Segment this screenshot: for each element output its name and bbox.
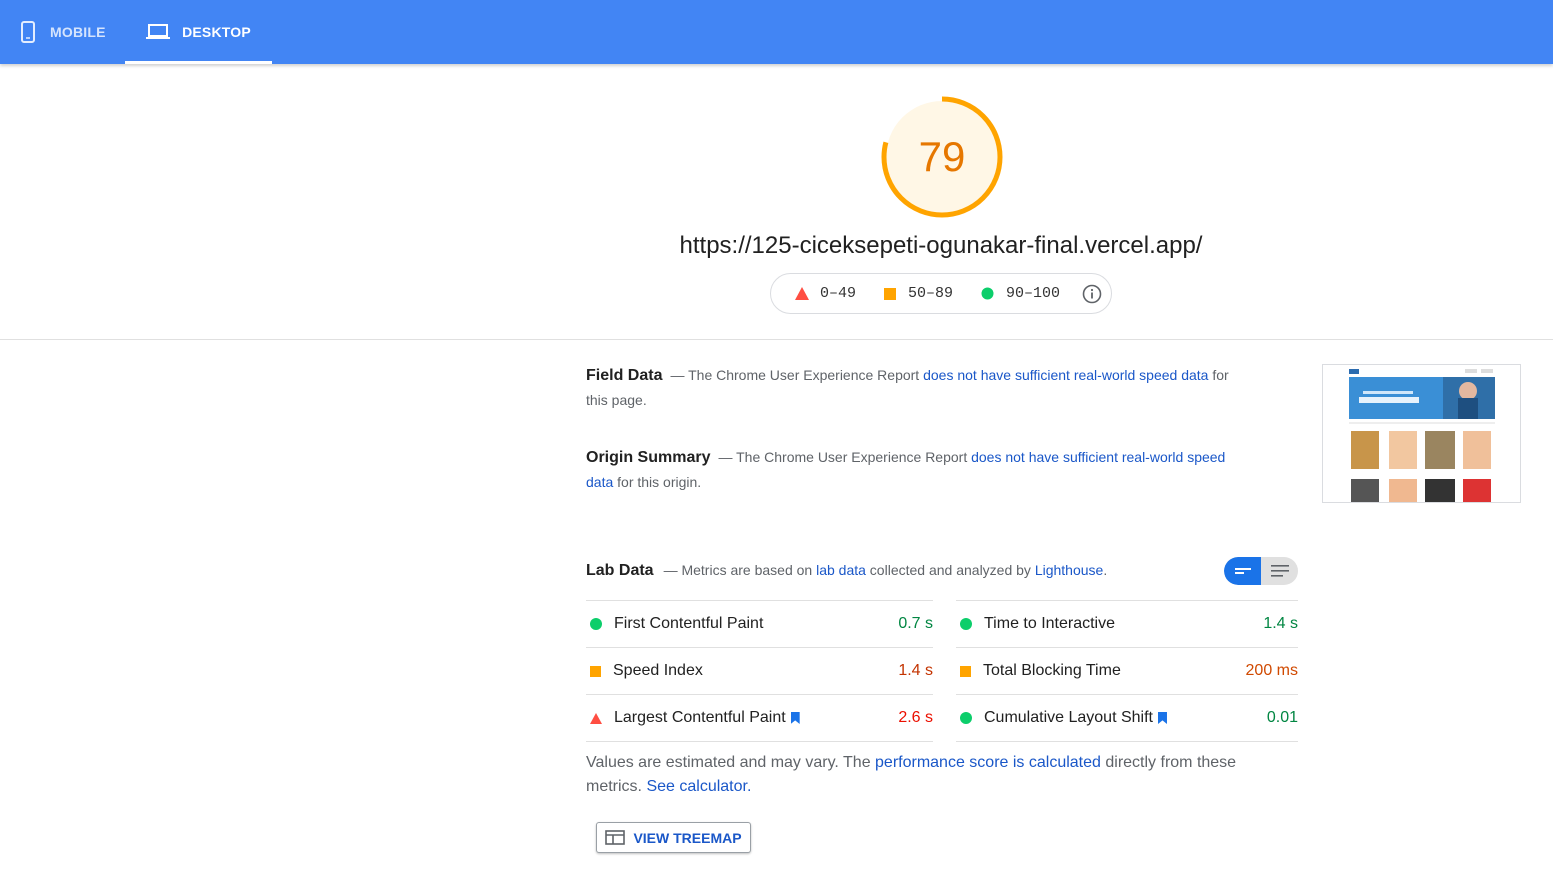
metric-cumulative-layout-shift: Cumulative Layout Shift 0.01: [956, 694, 1298, 742]
compact-view-button[interactable]: [1224, 557, 1261, 585]
tab-desktop[interactable]: DESKTOP: [125, 0, 272, 64]
lighthouse-link[interactable]: Lighthouse: [1035, 562, 1104, 578]
origin-summary-title: Origin Summary: [586, 449, 711, 466]
tab-mobile-label: MOBILE: [50, 24, 106, 40]
metric-first-contentful-paint: First Contentful Paint 0.7 s: [586, 600, 933, 647]
metric-label: Speed Index: [613, 662, 703, 679]
score-calculated-link[interactable]: performance score is calculated: [875, 754, 1101, 771]
performance-score: 79: [918, 133, 966, 180]
bookmark-icon[interactable]: [1157, 712, 1167, 724]
field-data-text: — The Chrome User Experience Report: [670, 367, 924, 383]
bookmark-icon[interactable]: [790, 712, 800, 724]
top-bar: MOBILE DESKTOP: [0, 0, 1553, 64]
origin-summary-text-after: for this origin.: [613, 474, 702, 490]
estimate-note: Values are estimated and may vary. The p…: [586, 751, 1256, 799]
metric-total-blocking-time: Total Blocking Time 200 ms: [956, 647, 1298, 694]
legend-average-range: 50–89: [908, 285, 954, 302]
fail-triangle-icon: [590, 712, 602, 724]
field-data-section: Field Data — The Chrome User Experience R…: [586, 363, 1236, 413]
metric-value: 0.01: [1266, 709, 1298, 726]
pass-circle-icon: [981, 287, 994, 300]
score-legend: 0–49 50–89 90–100: [770, 273, 1112, 314]
screenshot-image: [1323, 365, 1520, 502]
legend-pass: 90–100: [981, 285, 1060, 302]
metric-speed-index: Speed Index 1.4 s: [586, 647, 933, 694]
metric-label: Cumulative Layout Shift: [984, 709, 1153, 726]
field-data-link[interactable]: does not have sufficient real-world spee…: [923, 367, 1208, 383]
average-square-icon: [884, 287, 897, 300]
lab-data-text-1: — Metrics are based on: [663, 562, 817, 578]
metric-label: Total Blocking Time: [983, 662, 1121, 679]
expanded-view-icon: [1270, 565, 1289, 577]
field-data-title: Field Data: [586, 367, 663, 384]
see-calculator-link[interactable]: See calculator.: [646, 778, 751, 795]
legend-average: 50–89: [884, 285, 953, 302]
fail-triangle-icon: [795, 287, 809, 300]
view-treemap-label: VIEW TREEMAP: [633, 829, 742, 846]
metric-label: First Contentful Paint: [614, 615, 764, 632]
metric-label: Largest Contentful Paint: [614, 709, 786, 726]
tab-desktop-label: DESKTOP: [182, 24, 251, 40]
page-screenshot-thumbnail: [1322, 364, 1521, 503]
lab-data-text-3: .: [1103, 562, 1108, 578]
phone-icon: [21, 21, 35, 43]
metric-label: Time to Interactive: [984, 615, 1116, 632]
origin-summary-section: Origin Summary — The Chrome User Experien…: [586, 445, 1236, 495]
active-tab-indicator: [125, 61, 272, 64]
metrics-column-right: Time to Interactive 1.4 s Total Blocking…: [956, 600, 1298, 742]
lab-data-text-2: collected and analyzed by: [865, 562, 1035, 578]
legend-fail-range: 0–49: [820, 285, 857, 302]
lab-data-title: Lab Data: [586, 562, 654, 579]
expanded-view-button[interactable]: [1261, 557, 1298, 585]
pass-circle-icon: [960, 712, 972, 724]
performance-gauge: 79: [879, 94, 1005, 220]
metric-value: 1.4 s: [1263, 615, 1298, 632]
note-text-1: Values are estimated and may vary. The: [586, 754, 876, 771]
metric-value: 0.7 s: [898, 615, 933, 632]
metric-value: 1.4 s: [898, 662, 933, 679]
compact-view-icon: [1234, 568, 1251, 574]
average-square-icon: [960, 665, 971, 677]
legend-fail: 0–49: [795, 285, 856, 302]
treemap-icon: [605, 830, 626, 845]
analyzed-url: https://125-ciceksepeti-ogunakar-final.v…: [679, 232, 1203, 259]
metric-largest-contentful-paint: Largest Contentful Paint 2.6 s: [586, 694, 933, 742]
legend-pass-range: 90–100: [1006, 285, 1061, 302]
metric-value: 200 ms: [1245, 662, 1298, 679]
metric-time-to-interactive: Time to Interactive 1.4 s: [956, 600, 1298, 647]
laptop-icon: [146, 24, 171, 39]
lab-data-link[interactable]: lab data: [816, 562, 866, 578]
metric-value: 2.6 s: [898, 709, 933, 726]
pass-circle-icon: [960, 618, 972, 630]
info-button[interactable]: [1082, 284, 1102, 304]
pass-circle-icon: [590, 618, 602, 630]
metrics-view-toggle: [1224, 557, 1298, 585]
info-icon: [1082, 284, 1102, 303]
section-divider: [0, 339, 1553, 340]
tab-mobile[interactable]: MOBILE: [18, 0, 106, 64]
lab-data-header: Lab Data — Metrics are based on lab data …: [586, 562, 1107, 580]
metrics-column-left: First Contentful Paint 0.7 s Speed Index…: [586, 600, 933, 742]
average-square-icon: [590, 665, 601, 677]
view-treemap-button[interactable]: VIEW TREEMAP: [596, 822, 751, 853]
origin-summary-text: — The Chrome User Experience Report: [718, 449, 972, 465]
